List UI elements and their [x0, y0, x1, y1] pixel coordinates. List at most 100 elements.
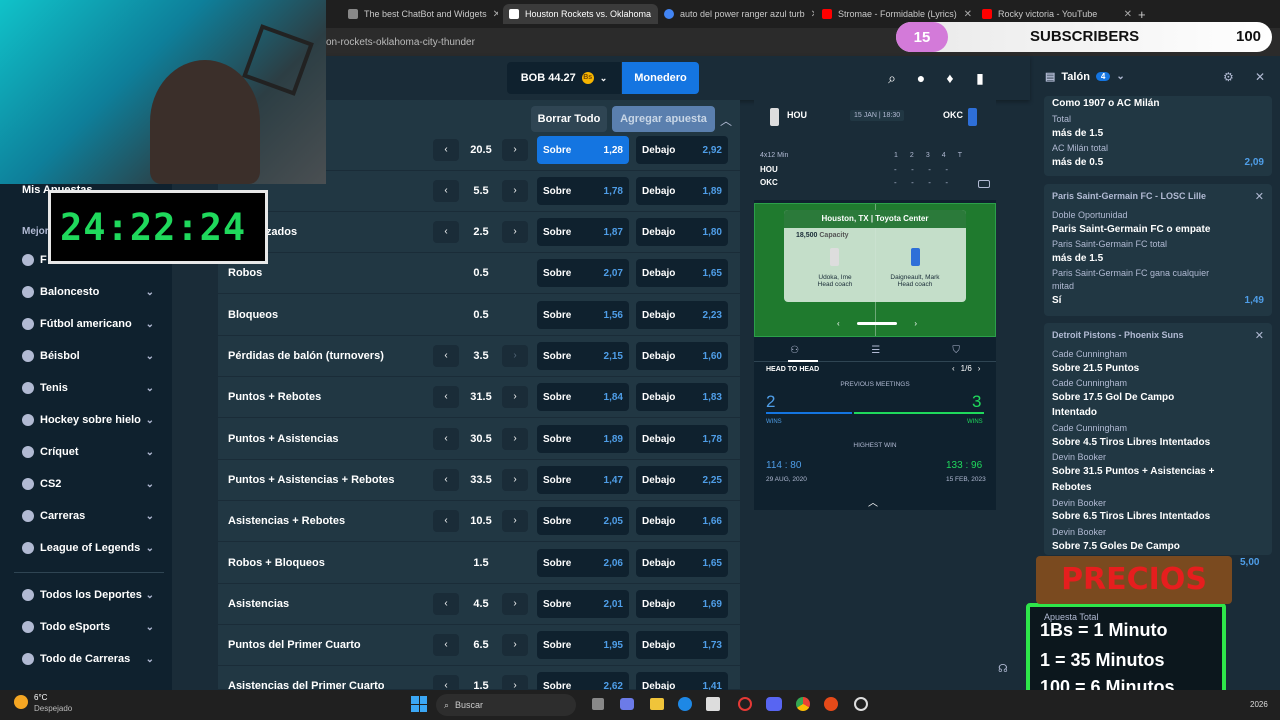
- chevron-right-icon[interactable]: ›: [978, 364, 981, 373]
- increase-line-button[interactable]: ›: [502, 510, 528, 532]
- increase-line-button[interactable]: ›: [502, 634, 528, 656]
- windows-start-icon[interactable]: [411, 696, 427, 712]
- new-tab-button[interactable]: +: [1138, 4, 1152, 24]
- decrease-line-button[interactable]: ‹: [433, 345, 459, 367]
- over-odds-button[interactable]: Sobre 2,05: [537, 507, 629, 535]
- balance-display[interactable]: BOB 44.27 Bs ⌄: [507, 62, 621, 94]
- opera-icon[interactable]: [738, 697, 752, 711]
- chevron-left-icon[interactable]: ‹: [837, 319, 840, 328]
- tab-chatbot[interactable]: The best ChatBot and Widgets ✕: [348, 4, 498, 24]
- over-odds-button[interactable]: Sobre 1,89: [537, 425, 629, 453]
- increase-line-button[interactable]: ›: [502, 221, 528, 243]
- over-odds-button[interactable]: Sobre 1,47: [537, 466, 629, 494]
- user-icon[interactable]: ●: [913, 70, 929, 86]
- sidebar-item-carreras[interactable]: Carreras ⌄: [22, 506, 154, 526]
- decrease-line-button[interactable]: ‹: [433, 139, 459, 161]
- betslip-header[interactable]: ▤ Talón 4 ⌄: [1045, 70, 1125, 84]
- over-odds-button[interactable]: Sobre 2,01: [537, 590, 629, 618]
- close-icon[interactable]: ✕: [811, 9, 814, 20]
- under-odds-button[interactable]: Debajo 2,25: [636, 466, 728, 494]
- file-explorer-icon[interactable]: [650, 698, 664, 710]
- stats-toggle-icon[interactable]: [978, 180, 990, 188]
- search-icon[interactable]: ⌕: [884, 70, 900, 86]
- under-odds-button[interactable]: Debajo 1,89: [636, 177, 728, 205]
- close-icon[interactable]: ✕: [1255, 70, 1265, 84]
- under-odds-button[interactable]: Debajo 1,66: [636, 507, 728, 535]
- sidebar-item-todos-deportes[interactable]: Todos los Deportes ⌄: [22, 585, 154, 605]
- tab-rocky[interactable]: Rocky victoria - YouTube ✕: [982, 4, 1132, 24]
- taskbar-search[interactable]: ⌕ Buscar: [436, 694, 576, 716]
- under-odds-button[interactable]: Debajo 2,23: [636, 301, 728, 329]
- notification-bell-icon[interactable]: ♦: [942, 70, 958, 86]
- copilot-icon[interactable]: [620, 698, 634, 710]
- chevron-left-icon[interactable]: ‹: [952, 364, 955, 373]
- sidebar-item-todo-esports[interactable]: Todo eSports ⌄: [22, 617, 154, 637]
- over-odds-button[interactable]: Sobre 1,84: [537, 383, 629, 411]
- add-bet-button[interactable]: Agregar apuesta: [612, 106, 715, 132]
- over-odds-button[interactable]: Sobre 1,95: [537, 631, 629, 659]
- under-odds-button[interactable]: Debajo 1,78: [636, 425, 728, 453]
- close-icon[interactable]: ✕: [493, 9, 498, 20]
- support-headset-icon[interactable]: ☊: [998, 662, 1008, 675]
- increase-line-button[interactable]: ›: [502, 469, 528, 491]
- discord-icon[interactable]: [766, 697, 782, 711]
- sidebar-item-beisbol[interactable]: Béisbol ⌄: [22, 346, 154, 366]
- sidebar-item-baloncesto[interactable]: Baloncesto ⌄: [22, 282, 154, 302]
- increase-line-button[interactable]: ›: [502, 428, 528, 450]
- increase-line-button[interactable]: ›: [502, 593, 528, 615]
- url-text[interactable]: on-rockets-oklahoma-city-thunder: [326, 37, 475, 48]
- over-odds-button[interactable]: Sobre 2,07: [537, 259, 629, 287]
- increase-line-button[interactable]: ›: [502, 180, 528, 202]
- close-icon[interactable]: ✕: [964, 9, 972, 20]
- under-odds-button[interactable]: Debajo 1,80: [636, 218, 728, 246]
- store-icon[interactable]: [706, 697, 720, 711]
- app-icon[interactable]: [824, 697, 838, 711]
- lineups-tab-icon[interactable]: ☰: [871, 345, 880, 356]
- under-odds-button[interactable]: Debajo 1,60: [636, 342, 728, 370]
- edge-icon[interactable]: [678, 697, 692, 711]
- sidebar-item-hockey[interactable]: Hockey sobre hielo ⌄: [22, 410, 154, 430]
- over-odds-button[interactable]: Sobre 1,87: [537, 218, 629, 246]
- over-odds-button[interactable]: Sobre 1,78: [537, 177, 629, 205]
- close-icon[interactable]: ✕: [1124, 9, 1132, 20]
- jersey-tab-icon[interactable]: ⛉: [952, 345, 960, 356]
- chrome-icon[interactable]: [796, 697, 810, 711]
- sidebar-item-tenis[interactable]: Tenis ⌄: [22, 378, 154, 398]
- decrease-line-button[interactable]: ‹: [433, 510, 459, 532]
- decrease-line-button[interactable]: ‹: [433, 634, 459, 656]
- under-odds-button[interactable]: Debajo 2,92: [636, 136, 728, 164]
- obs-icon[interactable]: [854, 697, 868, 711]
- sidebar-item-lol[interactable]: League of Legends ⌄: [22, 538, 154, 558]
- chevron-up-icon[interactable]: ︿: [720, 112, 732, 129]
- close-icon[interactable]: ✕: [1255, 329, 1264, 342]
- close-icon[interactable]: ✕: [657, 9, 658, 20]
- head-to-head-tab-icon[interactable]: ⚇: [790, 345, 799, 356]
- under-odds-button[interactable]: Debajo 1,83: [636, 383, 728, 411]
- decrease-line-button[interactable]: ‹: [433, 386, 459, 408]
- increase-line-button[interactable]: ›: [502, 139, 528, 161]
- sidebar-item-cs2[interactable]: CS2 ⌄: [22, 474, 154, 494]
- chevron-up-icon[interactable]: ︿: [868, 494, 878, 509]
- tab-stromae[interactable]: Stromae - Formidable (Lyrics) ✕: [822, 4, 972, 24]
- settings-gear-icon[interactable]: ⚙: [1223, 70, 1234, 84]
- increase-line-button[interactable]: ›: [502, 386, 528, 408]
- decrease-line-button[interactable]: ‹: [433, 593, 459, 615]
- sidebar-item-futbol-americano[interactable]: Fútbol americano ⌄: [22, 314, 154, 334]
- decrease-line-button[interactable]: ‹: [433, 428, 459, 450]
- under-odds-button[interactable]: Debajo 1,73: [636, 631, 728, 659]
- decrease-line-button[interactable]: ‹: [433, 180, 459, 202]
- sidebar-item-todo-carreras[interactable]: Todo de Carreras ⌄: [22, 649, 154, 669]
- decrease-line-button[interactable]: ‹: [433, 221, 459, 243]
- under-odds-button[interactable]: Debajo 1,65: [636, 549, 728, 577]
- over-odds-button[interactable]: Sobre 2,15: [537, 342, 629, 370]
- close-icon[interactable]: ✕: [1255, 190, 1264, 203]
- under-odds-button[interactable]: Debajo 1,69: [636, 590, 728, 618]
- betslip-toggle-icon[interactable]: ▮: [972, 70, 988, 86]
- wallet-button[interactable]: Monedero: [622, 62, 699, 94]
- chevron-right-icon[interactable]: ›: [914, 319, 917, 328]
- increase-line-button[interactable]: ›: [502, 345, 528, 367]
- over-odds-button[interactable]: Sobre 1,56: [537, 301, 629, 329]
- clear-all-button[interactable]: Borrar Todo: [531, 106, 607, 132]
- over-odds-button[interactable]: Sobre 1,28: [537, 136, 629, 164]
- carousel-nav[interactable]: ‹ ›: [837, 318, 917, 328]
